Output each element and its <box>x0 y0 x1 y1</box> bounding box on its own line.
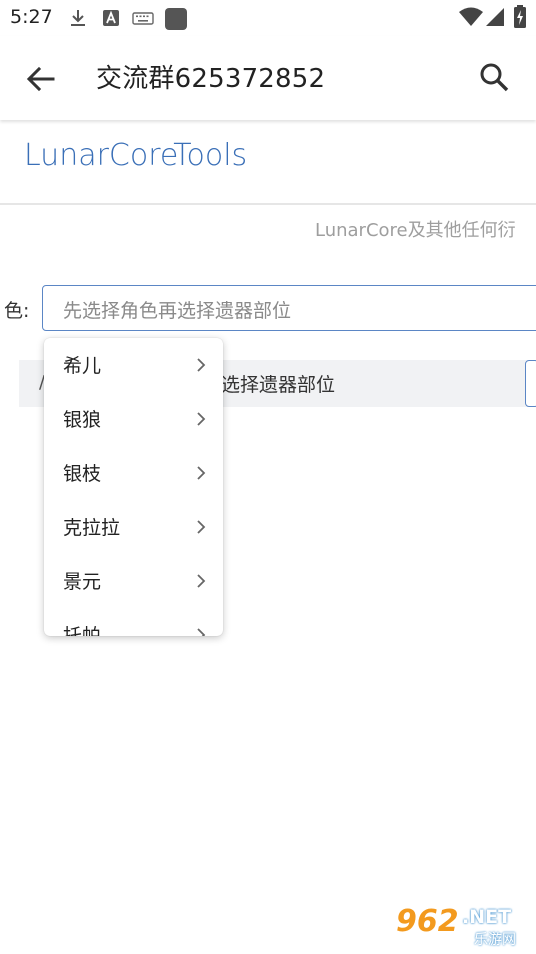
role-label: 色: <box>4 300 30 322</box>
role-dropdown-menu[interactable]: 希儿 银狼 银枝 克拉拉 景元 托帕 <box>44 338 223 636</box>
chevron-right-icon <box>197 466 206 480</box>
menu-item-label: 托帕 <box>63 625 102 636</box>
menu-item-role[interactable]: 托帕 <box>44 608 223 636</box>
menu-item-role[interactable]: 景元 <box>44 554 223 608</box>
signal-icon <box>486 8 504 26</box>
wifi-icon <box>459 7 483 26</box>
watermark-number: 962 <box>396 904 459 939</box>
chevron-right-icon <box>197 412 206 426</box>
menu-item-label: 克拉拉 <box>63 517 121 539</box>
menu-item-role[interactable]: 克拉拉 <box>44 500 223 554</box>
app-square-icon <box>165 8 187 30</box>
chevron-right-icon <box>197 520 206 534</box>
menu-item-role[interactable]: 银狼 <box>44 392 223 446</box>
watermark-suffix: .NET <box>462 906 512 928</box>
role-select-placeholder: 先选择角色再选择遗器部位 <box>63 300 292 322</box>
status-bar: 5:27 <box>0 0 536 36</box>
divider <box>0 203 536 205</box>
keyboard-icon <box>132 12 154 25</box>
tools-title: LunarCoreTools <box>24 138 248 173</box>
page-title: 交流群625372852 <box>96 64 326 94</box>
status-time: 5:27 <box>10 6 53 28</box>
menu-item-label: 银狼 <box>63 409 102 431</box>
menu-item-label: 希儿 <box>63 355 102 377</box>
battery-charging-icon <box>514 5 526 28</box>
chevron-right-icon <box>197 574 206 588</box>
role-select-input[interactable]: 先选择角色再选择遗器部位 <box>42 285 536 331</box>
menu-item-role[interactable]: 希儿 <box>44 338 223 392</box>
menu-item-role[interactable]: 银枝 <box>44 446 223 500</box>
arrow-left-icon[interactable] <box>24 62 58 96</box>
relic-part-input[interactable] <box>525 360 536 407</box>
search-icon[interactable] <box>478 61 510 93</box>
chevron-right-icon <box>197 358 206 372</box>
watermark-sub: 乐游网 <box>474 932 516 948</box>
download-icon <box>71 10 85 26</box>
relic-part-hint: 选择遗器部位 <box>221 374 336 396</box>
notice-text: LunarCore及其他任何衍 <box>315 220 516 241</box>
menu-item-label: 银枝 <box>63 463 102 485</box>
a-badge-icon <box>103 10 119 26</box>
watermark-logo: 962 .NET 乐游网 <box>396 904 530 950</box>
menu-item-label: 景元 <box>63 571 102 593</box>
chevron-right-icon <box>197 628 206 636</box>
app-bar: 交流群625372852 <box>0 36 536 120</box>
